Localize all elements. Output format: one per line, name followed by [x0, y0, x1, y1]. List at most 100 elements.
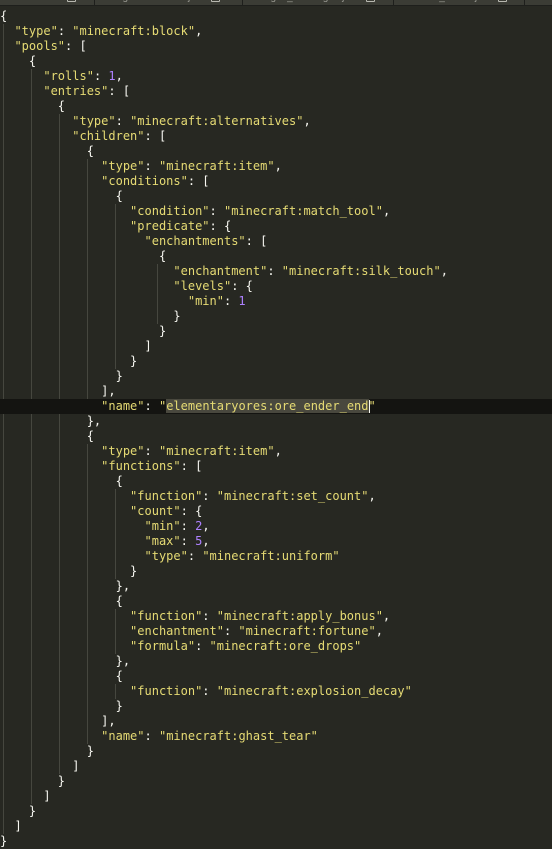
code-line[interactable]: "type": "minecraft:alternatives",	[0, 114, 552, 129]
code-line[interactable]: }	[0, 564, 552, 579]
code-editor[interactable]: { "type": "minecraft:block", "pools": [ …	[0, 0, 552, 848]
json-string: "minecraft:item"	[158, 444, 275, 458]
code-line[interactable]: {	[0, 99, 552, 114]
json-punctuation	[0, 234, 145, 248]
code-line[interactable]: {	[0, 594, 552, 609]
code-line[interactable]: },	[0, 579, 552, 594]
json-punctuation	[0, 204, 130, 218]
code-line[interactable]: "enchantments": [	[0, 234, 552, 249]
json-punctuation: {	[0, 99, 66, 113]
code-line[interactable]: "name": "minecraft:ghast_tear"	[0, 729, 552, 744]
json-key: "type"	[14, 24, 58, 38]
code-line[interactable]: }	[0, 774, 552, 789]
json-punctuation: :	[144, 729, 159, 743]
json-punctuation: }	[0, 834, 8, 848]
json-key: "entries"	[43, 84, 109, 98]
json-key: "name"	[101, 399, 145, 413]
code-line[interactable]: }	[0, 834, 552, 849]
code-line[interactable]: "function": "minecraft:set_count",	[0, 489, 552, 504]
json-string: "minecraft:item"	[158, 159, 275, 173]
json-key: "type"	[101, 444, 145, 458]
code-line[interactable]: "entries": [	[0, 84, 552, 99]
code-line[interactable]: "min": 1	[0, 294, 552, 309]
json-punctuation: {	[0, 429, 94, 443]
code-line[interactable]: ]	[0, 759, 552, 774]
json-punctuation: ,	[368, 489, 376, 503]
code-line[interactable]: "condition": "minecraft:match_tool",	[0, 204, 552, 219]
code-line[interactable]: "formula": "minecraft:ore_drops"	[0, 639, 552, 654]
json-string: "minecraft:alternatives"	[130, 114, 304, 128]
json-punctuation: ,	[303, 114, 311, 128]
code-line[interactable]: "predicate": {	[0, 219, 552, 234]
code-line[interactable]: {	[0, 669, 552, 684]
json-punctuation: {	[0, 669, 123, 683]
code-line[interactable]: {	[0, 9, 552, 24]
code-line[interactable]: {	[0, 429, 552, 444]
code-line[interactable]: "rolls": 1,	[0, 69, 552, 84]
code-line[interactable]: "type": "minecraft:item",	[0, 444, 552, 459]
code-line[interactable]: }	[0, 804, 552, 819]
code-line[interactable]: "children": [	[0, 129, 552, 144]
code-line[interactable]: "enchantment": "minecraft:silk_touch",	[0, 264, 552, 279]
json-punctuation	[0, 504, 130, 518]
json-punctuation: :	[195, 639, 210, 653]
json-punctuation: },	[0, 654, 131, 668]
json-punctuation: :	[202, 489, 217, 503]
json-punctuation	[0, 489, 130, 503]
json-punctuation	[0, 639, 130, 653]
code-line[interactable]: }	[0, 309, 552, 324]
code-line[interactable]: {	[0, 189, 552, 204]
code-line[interactable]: "name": "elementaryores:ore_ender_end "	[0, 399, 552, 414]
json-punctuation: ,	[375, 624, 383, 638]
json-string: "minecraft:set_count"	[216, 489, 369, 503]
json-punctuation: :	[267, 264, 282, 278]
json-punctuation	[0, 624, 130, 638]
code-line[interactable]: }	[0, 324, 552, 339]
code-line[interactable]: "function": "minecraft:explosion_decay"	[0, 684, 552, 699]
code-line[interactable]: "type": "minecraft:item",	[0, 159, 552, 174]
code-line[interactable]: "type": "minecraft:block",	[0, 24, 552, 39]
code-line[interactable]: ]	[0, 339, 552, 354]
code-line[interactable]: "conditions": [	[0, 174, 552, 189]
code-line[interactable]: }	[0, 369, 552, 384]
code-line[interactable]: "max": 5,	[0, 534, 552, 549]
code-line[interactable]: {	[0, 474, 552, 489]
code-line[interactable]: {	[0, 54, 552, 69]
json-punctuation	[0, 264, 173, 278]
code-line[interactable]: "levels": {	[0, 279, 552, 294]
code-line[interactable]: "enchantment": "minecraft:fortune",	[0, 624, 552, 639]
code-line[interactable]: ]	[0, 819, 552, 834]
code-line[interactable]: ]	[0, 789, 552, 804]
json-punctuation: {	[0, 474, 123, 488]
json-key: "type"	[72, 114, 116, 128]
code-line[interactable]: "pools": [	[0, 39, 552, 54]
json-punctuation: :	[144, 399, 159, 413]
code-line[interactable]: ],	[0, 714, 552, 729]
json-punctuation	[0, 549, 145, 563]
code-line[interactable]: "min": 2,	[0, 519, 552, 534]
json-punctuation	[0, 84, 43, 98]
code-line[interactable]: "function": "minecraft:apply_bonus",	[0, 609, 552, 624]
json-punctuation: ,	[202, 534, 210, 548]
json-punctuation: : {	[180, 504, 203, 518]
json-punctuation: ,	[195, 24, 203, 38]
code-line[interactable]: "count": {	[0, 504, 552, 519]
code-line[interactable]: {	[0, 249, 552, 264]
json-string: "minecraft:ghast_tear"	[158, 729, 318, 743]
code-line[interactable]: }	[0, 744, 552, 759]
code-line[interactable]: "type": "minecraft:uniform"	[0, 549, 552, 564]
json-punctuation: ,	[274, 159, 282, 173]
json-punctuation: ]	[0, 789, 51, 803]
json-punctuation	[0, 534, 145, 548]
code-line[interactable]: "functions": [	[0, 459, 552, 474]
code-line[interactable]: }	[0, 699, 552, 714]
json-punctuation	[0, 174, 101, 188]
json-string: "minecraft:silk_touch"	[281, 264, 441, 278]
code-line[interactable]: }	[0, 354, 552, 369]
code-line[interactable]: {	[0, 144, 552, 159]
code-line[interactable]: },	[0, 414, 552, 429]
code-line[interactable]: },	[0, 654, 552, 669]
code-line[interactable]: ],	[0, 384, 552, 399]
json-string: "minecraft:block"	[72, 24, 196, 38]
json-punctuation: ]	[0, 759, 80, 773]
